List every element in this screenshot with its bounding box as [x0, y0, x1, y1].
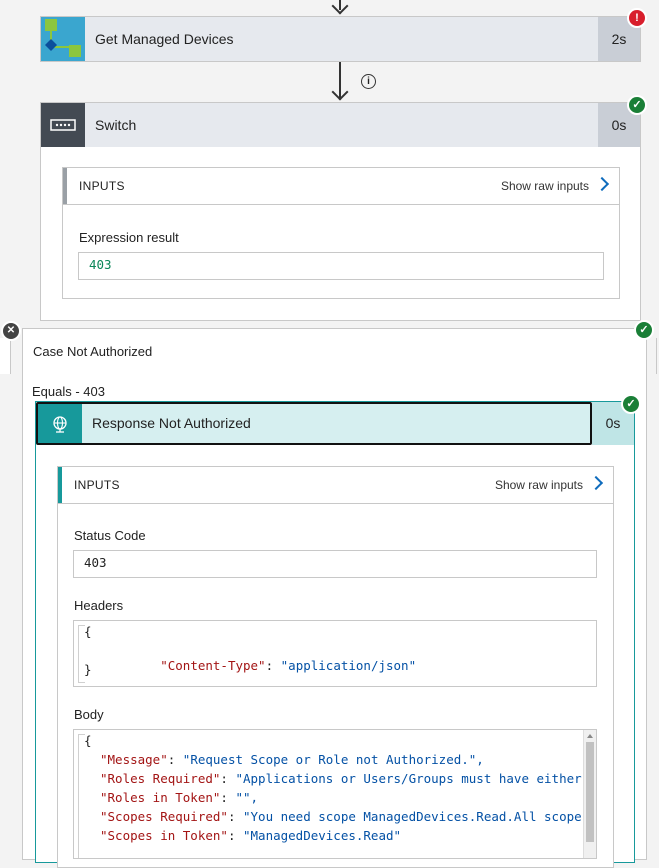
down-arrow-icon	[331, 83, 349, 101]
chevron-right-icon[interactable]	[588, 475, 604, 491]
response-success-badge-icon: ✓	[621, 394, 641, 414]
inputs-header[interactable]: INPUTS Show raw inputs	[58, 467, 613, 504]
panel-accent	[58, 467, 62, 503]
response-inputs-panel: INPUTS Show raw inputs Status Code 403 H…	[57, 466, 614, 868]
headers-line: {	[84, 624, 92, 639]
switch-card[interactable]: Switch 0s INPUTS Show raw inputs Express…	[40, 102, 641, 321]
body-line: "Roles in Token": "",	[100, 790, 259, 805]
expression-result-text: 403	[89, 257, 112, 272]
headers-label: Headers	[74, 598, 124, 613]
response-header[interactable]: Response Not Authorized	[36, 402, 592, 445]
card-title: Get Managed Devices	[95, 31, 234, 47]
card-header[interactable]: Switch 0s	[41, 103, 640, 147]
body-line: "Scopes in Token": "ManagedDevices.Read"	[100, 828, 402, 843]
status-code-value: 403	[73, 550, 597, 578]
inputs-header[interactable]: INPUTS Show raw inputs	[63, 168, 619, 205]
case-title: Case Not Authorized	[33, 344, 153, 359]
show-raw-inputs-link[interactable]: Show raw inputs	[501, 168, 589, 204]
show-raw-inputs-link[interactable]: Show raw inputs	[495, 467, 583, 503]
expression-result-value: 403	[78, 252, 604, 280]
left-branch-edge	[0, 338, 11, 374]
headers-line: }	[84, 662, 92, 677]
body-label: Body	[74, 707, 104, 722]
panel-accent	[63, 168, 67, 204]
body-line: "Scopes Required": "You need scope Manag…	[100, 809, 582, 824]
inputs-panel: INPUTS Show raw inputs Expression result…	[62, 167, 620, 299]
json-value: "application/json"	[280, 658, 417, 673]
inputs-heading: INPUTS	[79, 179, 125, 193]
intune-icon	[41, 17, 85, 61]
status-code-text: 403	[84, 555, 107, 570]
case-condition: Equals - 403	[32, 384, 105, 399]
failed-branch-icon: ✕	[1, 321, 21, 341]
response-card[interactable]: Response Not Authorized 0s INPUTS Show r…	[35, 401, 635, 868]
get-managed-devices-card[interactable]: Get Managed Devices 2s	[40, 16, 641, 62]
headers-line: "Content-Type": "application/json"	[160, 658, 417, 673]
body-scrollbar[interactable]	[583, 730, 596, 858]
body-line: "Roles Required": "Applications or Users…	[100, 771, 582, 786]
inputs-heading: INPUTS	[74, 478, 120, 492]
body-line: "Message": "Request Scope or Role not Au…	[100, 752, 484, 767]
switch-icon	[41, 103, 85, 147]
response-title: Response Not Authorized	[92, 415, 251, 431]
info-icon[interactable]: i	[361, 74, 376, 89]
top-arrow-icon	[331, 0, 349, 15]
error-badge-icon: !	[627, 8, 647, 28]
expression-result-label: Expression result	[79, 230, 179, 245]
bracket-guide	[78, 734, 85, 858]
card-header[interactable]: Get Managed Devices 2s	[41, 17, 640, 61]
json-key: "Content-Type"	[160, 658, 266, 673]
headers-value: { "Content-Type": "application/json" }	[73, 620, 597, 687]
response-icon	[38, 404, 82, 443]
body-line: {	[84, 733, 92, 748]
card-title: Switch	[95, 117, 137, 133]
scroll-up-icon[interactable]	[587, 734, 593, 738]
scroll-thumb[interactable]	[586, 742, 594, 842]
chevron-right-icon[interactable]	[594, 176, 610, 192]
case-success-badge-icon: ✓	[634, 320, 654, 340]
body-value[interactable]: { "Message": "Request Scope or Role not …	[73, 729, 597, 859]
status-code-label: Status Code	[74, 528, 146, 543]
success-badge-icon: ✓	[627, 95, 647, 115]
